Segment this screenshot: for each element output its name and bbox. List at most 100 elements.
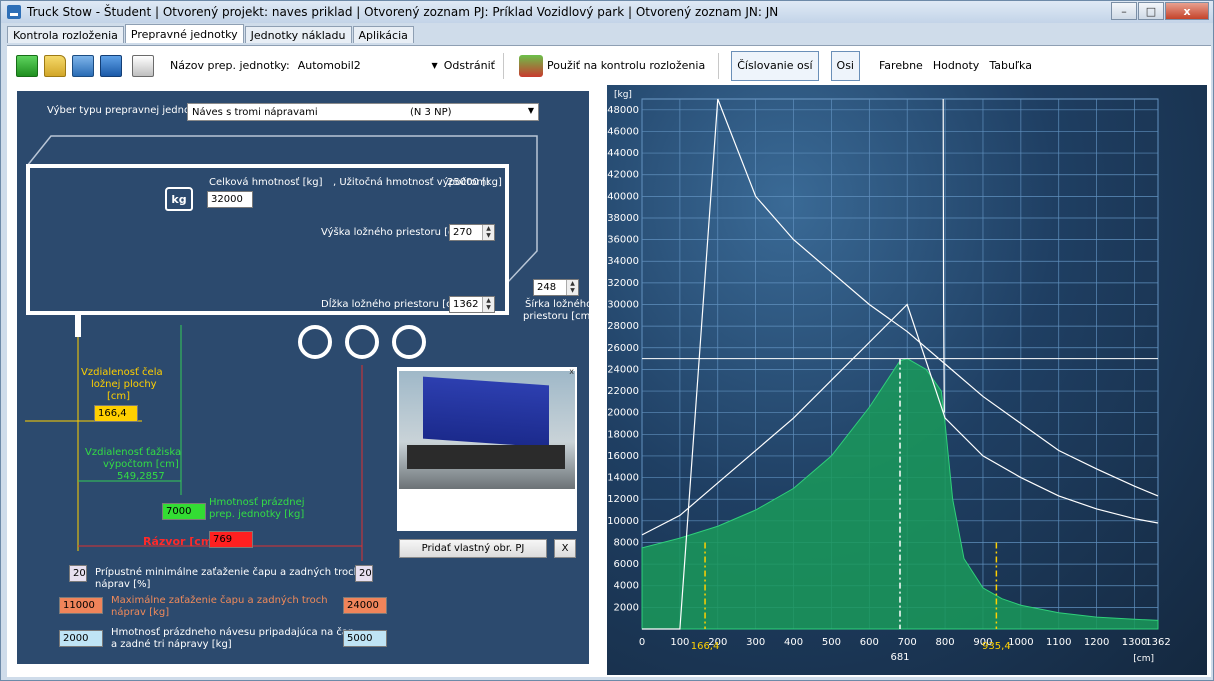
unit-name-select[interactable]: Automobil2 ▼ [298,57,438,75]
cog-label-2: výpočtom [cm] [103,459,179,470]
y-tick-label: 42000 [607,170,639,181]
copy-icon[interactable] [72,54,94,77]
tab-layout-check[interactable]: Kontrola rozloženia [7,26,124,43]
unit-name-label: Názov prep. jednotky: [170,59,290,72]
y-tick-label: 2000 [614,602,639,613]
y-tick-label: 44000 [607,148,639,159]
x-tick-label: 1100 [1046,637,1071,648]
tab-application[interactable]: Aplikácia [352,26,414,43]
wheel-3 [392,325,426,359]
y-tick-label: 12000 [607,494,639,505]
front-distance-label-1: Vzdialenosť čela [81,367,163,378]
type-label: Výber typu prepravnej jednotky [47,105,206,116]
x-tick-label: 700 [898,637,917,648]
maximize-button[interactable]: □ [1138,2,1164,20]
x-tick-label: 1300 [1122,637,1147,648]
x-tick-label: 1362 [1145,637,1170,648]
y-tick-label: 6000 [614,559,639,570]
wheel-2 [345,325,379,359]
empty-label-1: Hmotnosť prázdneho návesu pripadajúca na… [111,627,355,638]
wheel-1 [298,325,332,359]
kg-icon-text: kg [171,192,187,206]
axle-numbering-toggle[interactable]: Číslovanie osí [731,50,819,81]
remove-image-button[interactable]: X [554,539,576,558]
print-icon[interactable] [132,54,154,77]
marker-label: 935,4 [982,641,1011,652]
cog-value: 549,2857 [117,471,165,482]
min-pct-left-input[interactable]: 20 [69,565,87,582]
load-chart-panel: 2000 4000 6000 8000 10000 12000 14000 16000 1800… [607,85,1207,675]
y-tick-label: 32000 [607,278,639,289]
height-spinner[interactable]: ▲ ▼ [482,225,494,240]
tab-strip: Kontrola rozloženia Prepravné jednotky J… [7,24,415,44]
length-spinner[interactable]: ▲ ▼ [482,297,494,312]
y-tick-label: 24000 [607,364,639,375]
empty-right-input[interactable]: 5000 [343,630,387,647]
total-weight-input[interactable]: 32000 [207,191,253,208]
app-window: Truck Stow - Študent | Otvorený projekt:… [0,0,1214,681]
y-tick-label: 30000 [607,300,639,311]
x-tick-label: 400 [784,637,803,648]
width-spinner[interactable]: ▲ ▼ [566,280,578,295]
truck-icon [519,54,543,77]
width-input[interactable]: 248 ▲ ▼ [533,279,579,296]
empty-weight-input[interactable]: 7000 [162,503,206,520]
y-tick-label: 20000 [607,408,639,419]
y-tick-label: 40000 [607,191,639,202]
length-label: Dĺžka ložného priestoru [cm] [321,299,466,310]
empty-left-input[interactable]: 2000 [59,630,103,647]
min-pct-right-input[interactable]: 20 [355,565,373,582]
x-tick-label: 300 [746,637,765,648]
add-image-button[interactable]: Pridať vlastný obr. PJ [399,539,547,558]
max-right-input[interactable]: 24000 [343,597,387,614]
axles-toggle[interactable]: Osi [830,50,860,81]
trailer-photo: x [397,367,577,531]
height-input[interactable]: 270 ▲ ▼ [449,224,495,241]
y-tick-label: 34000 [607,256,639,267]
max-label-2: náprav [kg] [111,607,170,618]
weight-scale-icon: kg [165,187,193,211]
width-value: 248 [537,282,557,293]
max-left-input[interactable]: 11000 [59,597,103,614]
min-load-label-2: náprav [%] [95,579,151,590]
toolbar: Názov prep. jednotky: Automobil2 ▼ Odstr… [7,45,1211,85]
remove-button[interactable]: Odstrániť [444,59,495,72]
x-tick-label: 100 [670,637,689,648]
y-tick-label: 8000 [614,537,639,548]
empty-weight-label-1: Hmotnosť prázdnej [209,497,305,508]
length-input[interactable]: 1362 ▲ ▼ [449,296,495,313]
colored-toggle[interactable]: Farebne [874,51,928,81]
table-toggle[interactable]: Tabuľka [984,51,1037,81]
limit-curve [942,98,945,413]
title-bar: Truck Stow - Študent | Otvorený projekt:… [1,1,1213,23]
new-icon[interactable] [16,54,38,77]
trailer-body [26,164,509,315]
values-toggle[interactable]: Hodnoty [928,51,985,81]
save-icon[interactable] [100,54,122,77]
tab-cargo-units[interactable]: Jednotky nákladu [244,26,352,43]
close-button[interactable]: x [1165,2,1209,20]
spacing-input[interactable]: 769 [209,531,253,548]
y-axis-label: [kg] [614,90,632,100]
y-tick-label: 26000 [607,343,639,354]
chevron-down-icon: ▼ [527,106,534,115]
front-distance-input[interactable]: 166,4 [94,405,138,422]
minimize-button[interactable]: – [1111,2,1137,20]
tab-transport-units[interactable]: Prepravné jednotky [124,24,244,43]
apply-to-layout-button[interactable]: Použiť na kontrolu rozloženia [514,51,710,81]
photo-close-icon[interactable]: x [569,367,574,376]
height-label: Výška ložného priestoru [cm] [321,227,468,238]
front-distance-label-3: [cm] [107,391,131,402]
y-tick-label: 46000 [607,126,639,137]
type-select[interactable]: Náves s tromi nápravami (N 3 NP) ▼ [187,103,539,121]
toolbar-separator [718,52,720,79]
y-tick-label: 36000 [607,235,639,246]
min-load-label-1: Prípustné minimálne zaťaženie čapu a zad… [95,567,361,578]
type-code: (N 3 NP) [410,106,452,118]
load-distribution-chart[interactable]: 2000400060008000100001200014000160001800… [607,85,1207,675]
y-tick-label: 38000 [607,213,639,224]
trailer-editor-panel: Výber typu prepravnej jednotky Náves s t… [15,89,594,666]
marker-label: 681 [890,652,909,663]
height-value: 270 [453,227,473,238]
open-folder-icon[interactable] [44,54,66,77]
